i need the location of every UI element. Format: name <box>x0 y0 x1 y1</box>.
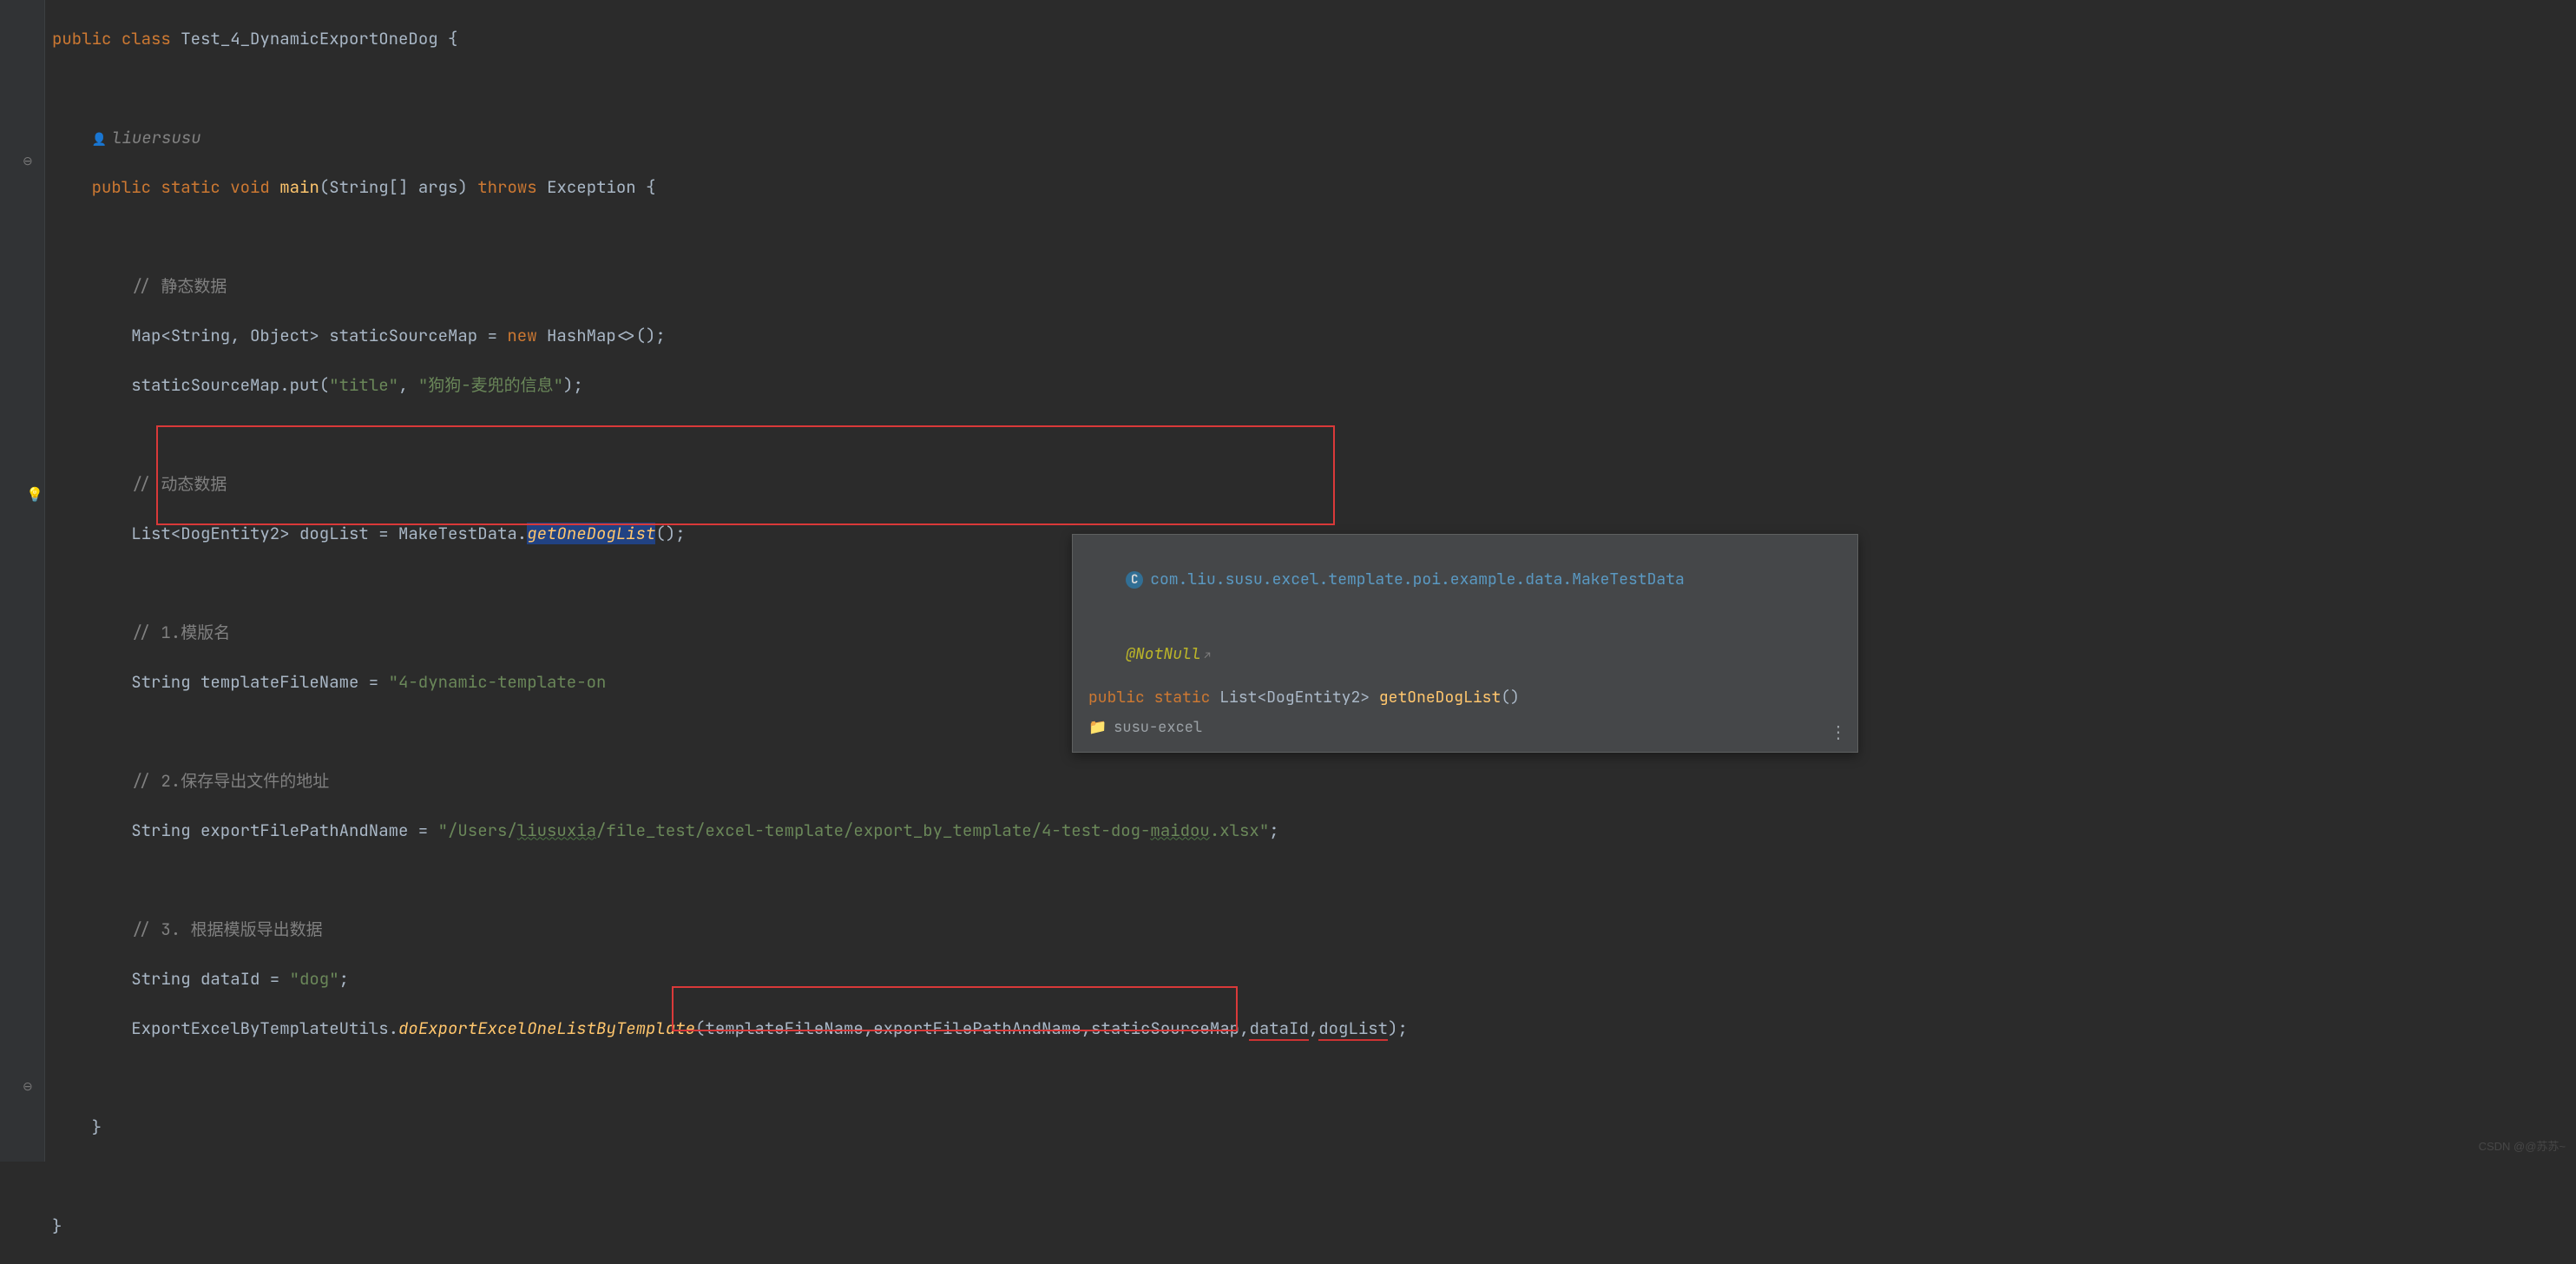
string-underlined: maidou <box>1150 820 1209 841</box>
code-line[interactable]: // 2.保存导出文件的地址 <box>52 769 1408 794</box>
text: String exportFilePathAndName = <box>131 820 437 841</box>
code-line[interactable] <box>52 76 1408 102</box>
popup-footer: 📁 susu-excel <box>1088 717 1842 740</box>
comment: // 2.保存导出文件的地址 <box>131 770 329 792</box>
text: (templateFileName,exportFilePathAndName,… <box>695 1017 1249 1039</box>
keyword: class <box>122 28 171 49</box>
fully-qualified-name[interactable]: com.liu.susu.excel.template.poi.example.… <box>1150 569 1685 589</box>
class-name: Test_4_DynamicExportOneDog <box>181 28 437 49</box>
text: , <box>1309 1017 1318 1039</box>
code-line[interactable]: // 动态数据 <box>52 472 1408 497</box>
string-literal: "dog" <box>290 968 339 990</box>
keyword: public <box>52 28 111 49</box>
string-literal: /file_test/excel-template/export_by_temp… <box>596 820 1150 841</box>
text: { <box>438 28 458 49</box>
watermark: CSDN @@苏苏~ <box>2479 1138 2566 1155</box>
quick-doc-popup[interactable]: Ccom.liu.susu.excel.template.poi.example… <box>1072 534 1858 753</box>
popup-annotation-row: @NotNull ↗ <box>1088 622 1842 688</box>
popup-menu-icon[interactable]: ⋮ <box>1830 719 1847 745</box>
param-underlined: dataId <box>1249 1017 1308 1041</box>
comment: // 1.模版名 <box>131 622 230 643</box>
code-line[interactable]: String exportFilePathAndName = "/Users/l… <box>52 819 1408 844</box>
code-line[interactable] <box>52 225 1408 250</box>
text: HashMap<>(); <box>537 325 666 346</box>
string-literal: "4-dynamic-template-on <box>389 671 607 693</box>
method-call: doExportExcelOneListByTemplate <box>398 1017 695 1039</box>
text: Map<String, Object> staticSourceMap = <box>131 325 507 346</box>
code-line[interactable]: } <box>52 1116 1408 1141</box>
text: staticSourceMap.put( <box>131 374 329 396</box>
author-annotation: 👤liuersusu <box>92 127 201 148</box>
author-name: liuersusu <box>112 127 201 148</box>
code-line[interactable]: String dataId = "dog"; <box>52 967 1408 992</box>
code-line[interactable]: staticSourceMap.put("title", "狗狗-麦兜的信息")… <box>52 373 1408 398</box>
text: ; <box>339 968 349 990</box>
text: ); <box>1388 1017 1408 1039</box>
code-line[interactable] <box>52 423 1408 448</box>
code-line[interactable]: ExportExcelByTemplateUtils.doExportExcel… <box>52 1017 1408 1042</box>
brace: } <box>52 1215 62 1237</box>
text: String dataId = <box>131 968 289 990</box>
string-literal: .xlsx" <box>1210 820 1269 841</box>
module-name: susu-excel <box>1114 717 1202 740</box>
keyword: public <box>92 176 151 198</box>
expand-icon[interactable]: ⊖ <box>23 1078 33 1096</box>
code-line[interactable]: public static void main(String[] args) t… <box>52 175 1408 201</box>
text: Exception { <box>547 176 655 198</box>
text: , <box>398 374 418 396</box>
text: ExportExcelByTemplateUtils. <box>131 1017 398 1039</box>
comment: // 动态数据 <box>131 473 227 495</box>
class-icon: C <box>1126 571 1143 589</box>
param-underlined: dogList <box>1318 1017 1388 1041</box>
method-name: main <box>279 176 319 198</box>
string-literal: "/Users/ <box>438 820 517 841</box>
code-line[interactable]: Map<String, Object> staticSourceMap = ne… <box>52 324 1408 349</box>
return-type: List<DogEntity2> <box>1219 688 1370 708</box>
external-link-icon[interactable]: ↗ <box>1205 648 1211 662</box>
keyword: static <box>161 176 220 198</box>
parens: () <box>1501 688 1520 708</box>
code-line[interactable]: } <box>52 1215 1408 1240</box>
code-line[interactable] <box>52 1165 1408 1190</box>
method-name: getOneDogList <box>1379 688 1501 708</box>
keyword: new <box>507 325 536 346</box>
method-call-selected[interactable]: getOneDogList <box>527 523 655 544</box>
text: String templateFileName = <box>131 671 388 693</box>
gutter: ⊖ 💡 ⊖ <box>0 0 45 1162</box>
text: (String[] args) <box>319 176 468 198</box>
annotation: @NotNull <box>1126 644 1200 664</box>
brace: } <box>92 1116 102 1138</box>
keyword: static <box>1154 688 1211 708</box>
string-underlined: liusuxia <box>517 820 596 841</box>
intention-bulb-icon[interactable]: 💡 <box>26 484 43 505</box>
popup-signature-row: public static List<DogEntity2> getOneDog… <box>1088 687 1842 708</box>
keyword: throws <box>477 176 536 198</box>
text: ; <box>1269 820 1278 841</box>
code-line[interactable]: // 3. 根据模版导出数据 <box>52 918 1408 943</box>
code-line[interactable]: // 静态数据 <box>52 274 1408 300</box>
string-literal: "title" <box>329 374 398 396</box>
text: List<DogEntity2> dogList = MakeTestData. <box>131 523 527 544</box>
keyword: public <box>1088 688 1145 708</box>
code-line[interactable] <box>52 1066 1408 1091</box>
string-literal: "狗狗-麦兜的信息" <box>418 374 563 396</box>
comment: // 静态数据 <box>131 275 227 297</box>
expand-icon[interactable]: ⊖ <box>23 153 33 171</box>
user-icon: 👤 <box>92 128 107 153</box>
code-line[interactable]: public class Test_4_DynamicExportOneDog … <box>52 27 1408 52</box>
text: (); <box>655 523 685 544</box>
code-line[interactable]: 👤liuersusu <box>52 126 1408 151</box>
module-icon: 📁 <box>1088 717 1107 740</box>
text: ); <box>563 374 583 396</box>
code-line[interactable] <box>52 868 1408 893</box>
popup-class-row: Ccom.liu.susu.excel.template.poi.example… <box>1088 547 1842 613</box>
keyword: void <box>230 176 270 198</box>
comment: // 3. 根据模版导出数据 <box>131 918 322 940</box>
